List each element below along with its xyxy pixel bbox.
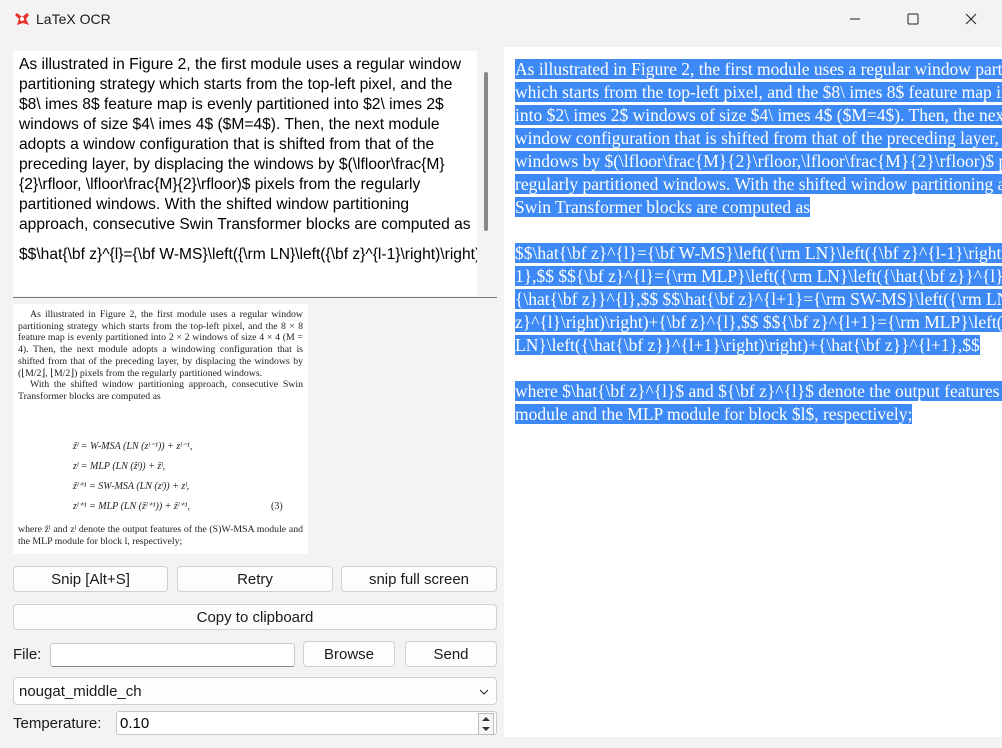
file-path-input[interactable] <box>50 643 295 667</box>
send-button[interactable]: Send <box>405 641 497 667</box>
preview-equation: zˡ⁺¹ = MLP (LN (ẑˡ⁺¹)) + ẑˡ⁺¹, <box>73 501 190 512</box>
retry-button[interactable]: Retry <box>177 566 333 592</box>
splitter[interactable] <box>13 297 497 298</box>
rendered-paragraph: where $\hat{\bf z}^{l}$ and ${\bf z}^{l}… <box>515 381 1002 424</box>
minimize-button[interactable] <box>826 0 884 38</box>
preview-equation-number: (3) <box>271 501 283 512</box>
preview-paragraph: With the shifted window partitioning app… <box>18 379 303 402</box>
maximize-icon <box>907 13 919 25</box>
temperature-value: 0.10 <box>120 714 150 732</box>
spin-arrows[interactable] <box>478 713 494 735</box>
rendered-formula: $$\hat{\bf z}^{l}={\bf W-MS}\left({\rm L… <box>515 243 1002 355</box>
window-title: LaTeX OCR <box>36 11 111 27</box>
preview-paragraph: where ẑˡ and zˡ denote the output featur… <box>18 524 303 547</box>
spin-down-icon[interactable] <box>479 724 493 734</box>
chevron-down-icon <box>479 689 489 695</box>
snip-button[interactable]: Snip [Alt+S] <box>13 566 168 592</box>
app-icon <box>15 13 29 25</box>
preview-paragraph: As illustrated in Figure 2, the first mo… <box>18 309 303 379</box>
ocr-paragraph: As illustrated in Figure 2, the first mo… <box>19 56 471 233</box>
ocr-formula: $$\hat{\bf z}^{l}={\bf W-MS}\left({\rm L… <box>19 246 477 263</box>
model-select-value: nougat_middle_ch <box>19 682 142 700</box>
preview-equation: zˡ = MLP (LN (ẑˡ)) + ẑˡ, <box>73 461 166 472</box>
close-button[interactable] <box>942 0 1000 38</box>
ocr-text-output[interactable]: As illustrated in Figure 2, the first mo… <box>13 51 477 296</box>
temperature-spinbox[interactable]: 0.10 <box>116 711 497 735</box>
snip-full-screen-button[interactable]: snip full screen <box>341 566 497 592</box>
close-icon <box>965 13 977 25</box>
model-select[interactable]: nougat_middle_ch <box>13 677 497 705</box>
title-bar: LaTeX OCR <box>0 0 1002 38</box>
minimize-icon <box>850 18 860 20</box>
maximize-button[interactable] <box>884 0 942 38</box>
preview-equation: ẑˡ = W-MSA (LN (zˡ⁻¹)) + zˡ⁻¹, <box>73 441 193 452</box>
copy-to-clipboard-button[interactable]: Copy to clipboard <box>13 604 497 630</box>
rendered-paragraph: As illustrated in Figure 2, the first mo… <box>515 59 1002 217</box>
spin-up-icon[interactable] <box>479 714 493 724</box>
snip-preview-image: As illustrated in Figure 2, the first mo… <box>13 304 308 554</box>
preview-equation: ẑˡ⁺¹ = SW-MSA (LN (zˡ)) + zˡ, <box>73 481 190 492</box>
browse-button[interactable]: Browse <box>303 641 395 667</box>
rendered-output-pane[interactable]: As illustrated in Figure 2, the first mo… <box>504 47 1002 737</box>
temperature-label: Temperature: <box>13 715 102 732</box>
text-scrollbar[interactable] <box>484 72 488 231</box>
file-label: File: <box>13 646 42 663</box>
